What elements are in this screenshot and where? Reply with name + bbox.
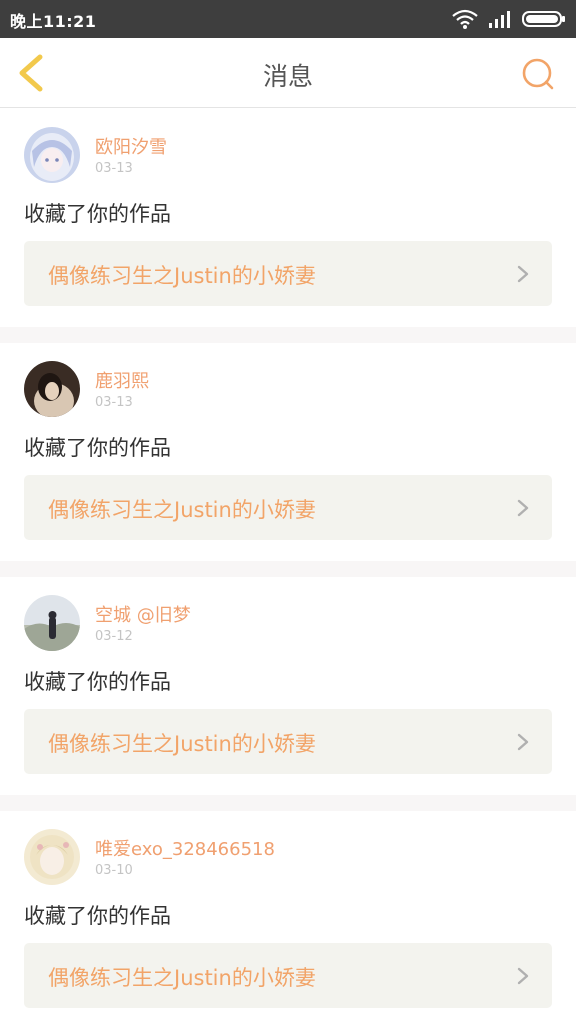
status-bar: 晚上11:21 — [0, 0, 576, 38]
work-title: 偶像练习生之Justin的小娇妻 — [48, 966, 316, 990]
work-title: 偶像练习生之Justin的小娇妻 — [48, 732, 316, 756]
wifi-icon — [452, 9, 478, 29]
message-list: 欧阳汐雪 03-13 收藏了你的作品 偶像练习生之Justin的小娇妻 鹿羽熙 … — [0, 109, 576, 1024]
avatar[interactable] — [24, 361, 80, 417]
divider — [0, 327, 576, 343]
work-card[interactable]: 偶像练习生之Justin的小娇妻 — [24, 241, 552, 306]
search-icon[interactable] — [520, 56, 556, 92]
message-action-text: 收藏了你的作品 — [24, 436, 171, 460]
signal-icon — [489, 11, 510, 28]
username[interactable]: 唯爱exo_328466518 — [95, 835, 275, 861]
message-date: 03-13 — [95, 395, 133, 410]
status-icons — [452, 9, 566, 29]
chevron-right-icon — [517, 265, 529, 283]
work-card[interactable]: 偶像练习生之Justin的小娇妻 — [24, 475, 552, 540]
divider — [0, 561, 576, 577]
message-action-text: 收藏了你的作品 — [24, 904, 171, 928]
message-date: 03-12 — [95, 629, 133, 644]
chevron-right-icon — [517, 499, 529, 517]
avatar[interactable] — [24, 127, 80, 183]
message-item: 唯爱exo_328466518 03-10 收藏了你的作品 偶像练习生之Just… — [0, 811, 576, 1024]
divider — [0, 795, 576, 811]
message-date: 03-10 — [95, 863, 133, 878]
message-item: 空城 @旧梦 03-12 收藏了你的作品 偶像练习生之Justin的小娇妻 — [0, 577, 576, 795]
username[interactable]: 鹿羽熙 — [95, 367, 149, 393]
work-title: 偶像练习生之Justin的小娇妻 — [48, 264, 316, 288]
header-bar: 消息 — [0, 38, 576, 108]
message-item: 欧阳汐雪 03-13 收藏了你的作品 偶像练习生之Justin的小娇妻 — [0, 109, 576, 327]
username[interactable]: 空城 @旧梦 — [95, 601, 191, 627]
avatar[interactable] — [24, 829, 80, 885]
message-date: 03-13 — [95, 161, 133, 176]
work-card[interactable]: 偶像练习生之Justin的小娇妻 — [24, 943, 552, 1008]
message-action-text: 收藏了你的作品 — [24, 202, 171, 226]
username[interactable]: 欧阳汐雪 — [95, 133, 167, 159]
work-card[interactable]: 偶像练习生之Justin的小娇妻 — [24, 709, 552, 774]
chevron-right-icon — [517, 733, 529, 751]
status-time: 晚上11:21 — [10, 12, 97, 31]
message-action-text: 收藏了你的作品 — [24, 670, 171, 694]
chevron-right-icon — [517, 967, 529, 985]
page-title: 消息 — [262, 62, 313, 91]
message-item: 鹿羽熙 03-13 收藏了你的作品 偶像练习生之Justin的小娇妻 — [0, 343, 576, 561]
avatar[interactable] — [24, 595, 80, 651]
work-title: 偶像练习生之Justin的小娇妻 — [48, 498, 316, 522]
battery-icon — [522, 11, 565, 27]
